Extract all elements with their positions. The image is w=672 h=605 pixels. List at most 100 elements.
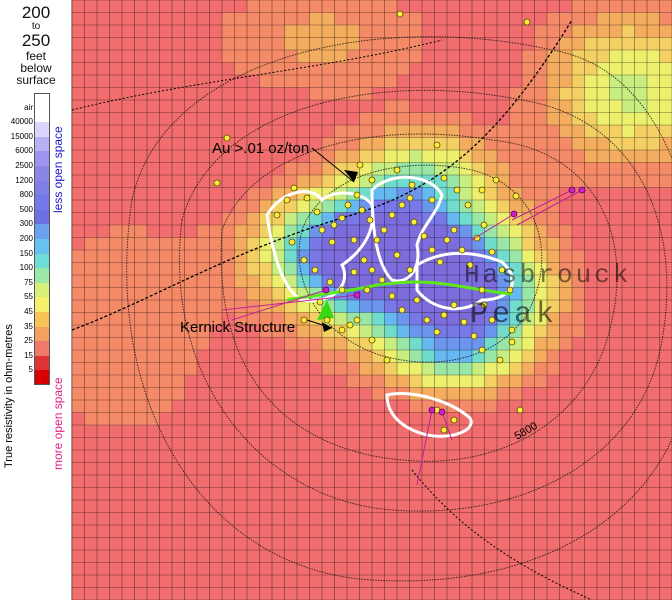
resistivity-cell bbox=[335, 413, 348, 426]
drill-hole-marker bbox=[479, 347, 485, 353]
resistivity-cell bbox=[522, 563, 535, 576]
peak-label: Peak bbox=[470, 298, 558, 332]
resistivity-cell bbox=[272, 525, 285, 538]
resistivity-cell bbox=[635, 375, 648, 388]
scale-swatch bbox=[34, 356, 50, 371]
resistivity-cell bbox=[222, 88, 235, 101]
resistivity-cell bbox=[622, 350, 635, 363]
resistivity-cell bbox=[635, 488, 648, 501]
resistivity-cell bbox=[85, 50, 98, 63]
resistivity-cell bbox=[72, 463, 85, 476]
resistivity-cell bbox=[635, 25, 648, 38]
resistivity-cell bbox=[447, 100, 460, 113]
resistivity-cell bbox=[172, 38, 185, 51]
resistivity-cell bbox=[197, 388, 210, 401]
drill-hole-marker bbox=[481, 222, 487, 228]
resistivity-cell bbox=[460, 525, 473, 538]
resistivity-cell bbox=[647, 488, 660, 501]
resistivity-cell bbox=[347, 38, 360, 51]
resistivity-cell bbox=[622, 538, 635, 551]
resistivity-cell bbox=[297, 325, 310, 338]
resistivity-cell bbox=[247, 425, 260, 438]
resistivity-cell bbox=[310, 438, 323, 451]
resistivity-map[interactable]: PeakHasbrouck5800 bbox=[72, 0, 672, 600]
resistivity-cell bbox=[97, 250, 110, 263]
resistivity-cell bbox=[447, 113, 460, 126]
resistivity-cell bbox=[472, 463, 485, 476]
resistivity-cell bbox=[622, 450, 635, 463]
resistivity-cell bbox=[647, 388, 660, 401]
resistivity-cell bbox=[485, 588, 498, 601]
resistivity-cell bbox=[510, 475, 523, 488]
resistivity-cell bbox=[597, 463, 610, 476]
resistivity-cell bbox=[385, 513, 398, 526]
resistivity-cell bbox=[447, 325, 460, 338]
resistivity-cell bbox=[597, 363, 610, 376]
drill-hole-marker bbox=[429, 197, 435, 203]
resistivity-cell bbox=[560, 375, 573, 388]
resistivity-cell bbox=[485, 0, 498, 13]
resistivity-cell bbox=[285, 525, 298, 538]
resistivity-cell bbox=[372, 100, 385, 113]
resistivity-cell bbox=[260, 163, 273, 176]
resistivity-cell bbox=[247, 288, 260, 301]
resistivity-cell bbox=[372, 375, 385, 388]
resistivity-cell bbox=[347, 363, 360, 376]
resistivity-cell bbox=[510, 75, 523, 88]
resistivity-cell bbox=[647, 288, 660, 301]
resistivity-cell bbox=[147, 400, 160, 413]
resistivity-cell bbox=[210, 100, 223, 113]
resistivity-cell bbox=[297, 363, 310, 376]
resistivity-cell bbox=[610, 363, 623, 376]
resistivity-cell bbox=[410, 313, 423, 326]
resistivity-cell bbox=[660, 525, 672, 538]
resistivity-cell bbox=[235, 450, 248, 463]
resistivity-cell bbox=[572, 475, 585, 488]
resistivity-cell bbox=[147, 275, 160, 288]
resistivity-cell bbox=[585, 138, 598, 151]
resistivity-cell bbox=[547, 400, 560, 413]
resistivity-cell bbox=[660, 338, 672, 351]
resistivity-cell bbox=[347, 75, 360, 88]
resistivity-cell bbox=[460, 88, 473, 101]
resistivity-cell bbox=[247, 563, 260, 576]
resistivity-cell bbox=[635, 213, 648, 226]
resistivity-cell bbox=[197, 550, 210, 563]
resistivity-cell bbox=[360, 313, 373, 326]
resistivity-cell bbox=[97, 525, 110, 538]
resistivity-cell bbox=[635, 363, 648, 376]
drill-hole-marker bbox=[327, 279, 333, 285]
resistivity-cell bbox=[547, 488, 560, 501]
resistivity-cell bbox=[135, 288, 148, 301]
resistivity-cell bbox=[472, 375, 485, 388]
resistivity-cell bbox=[360, 400, 373, 413]
resistivity-cell bbox=[360, 38, 373, 51]
resistivity-cell bbox=[460, 13, 473, 26]
resistivity-cell bbox=[185, 300, 198, 313]
resistivity-cell bbox=[347, 275, 360, 288]
resistivity-cell bbox=[597, 150, 610, 163]
resistivity-cell bbox=[472, 525, 485, 538]
resistivity-cell bbox=[110, 375, 123, 388]
resistivity-cell bbox=[647, 550, 660, 563]
resistivity-cell bbox=[485, 150, 498, 163]
resistivity-cell bbox=[560, 388, 573, 401]
resistivity-cell bbox=[172, 138, 185, 151]
resistivity-cell bbox=[160, 200, 173, 213]
resistivity-cell bbox=[297, 475, 310, 488]
resistivity-cell bbox=[210, 88, 223, 101]
resistivity-cell bbox=[260, 563, 273, 576]
resistivity-cell bbox=[435, 588, 448, 601]
resistivity-cell bbox=[335, 538, 348, 551]
resistivity-cell bbox=[147, 213, 160, 226]
resistivity-cell bbox=[135, 513, 148, 526]
resistivity-cell bbox=[322, 513, 335, 526]
resistivity-cell bbox=[147, 450, 160, 463]
scale-label: 2500 bbox=[0, 162, 33, 170]
resistivity-cell bbox=[560, 500, 573, 513]
resistivity-cell bbox=[135, 150, 148, 163]
resistivity-cell bbox=[322, 0, 335, 13]
resistivity-cell bbox=[247, 0, 260, 13]
resistivity-cell bbox=[560, 338, 573, 351]
scale-swatch bbox=[34, 254, 50, 269]
